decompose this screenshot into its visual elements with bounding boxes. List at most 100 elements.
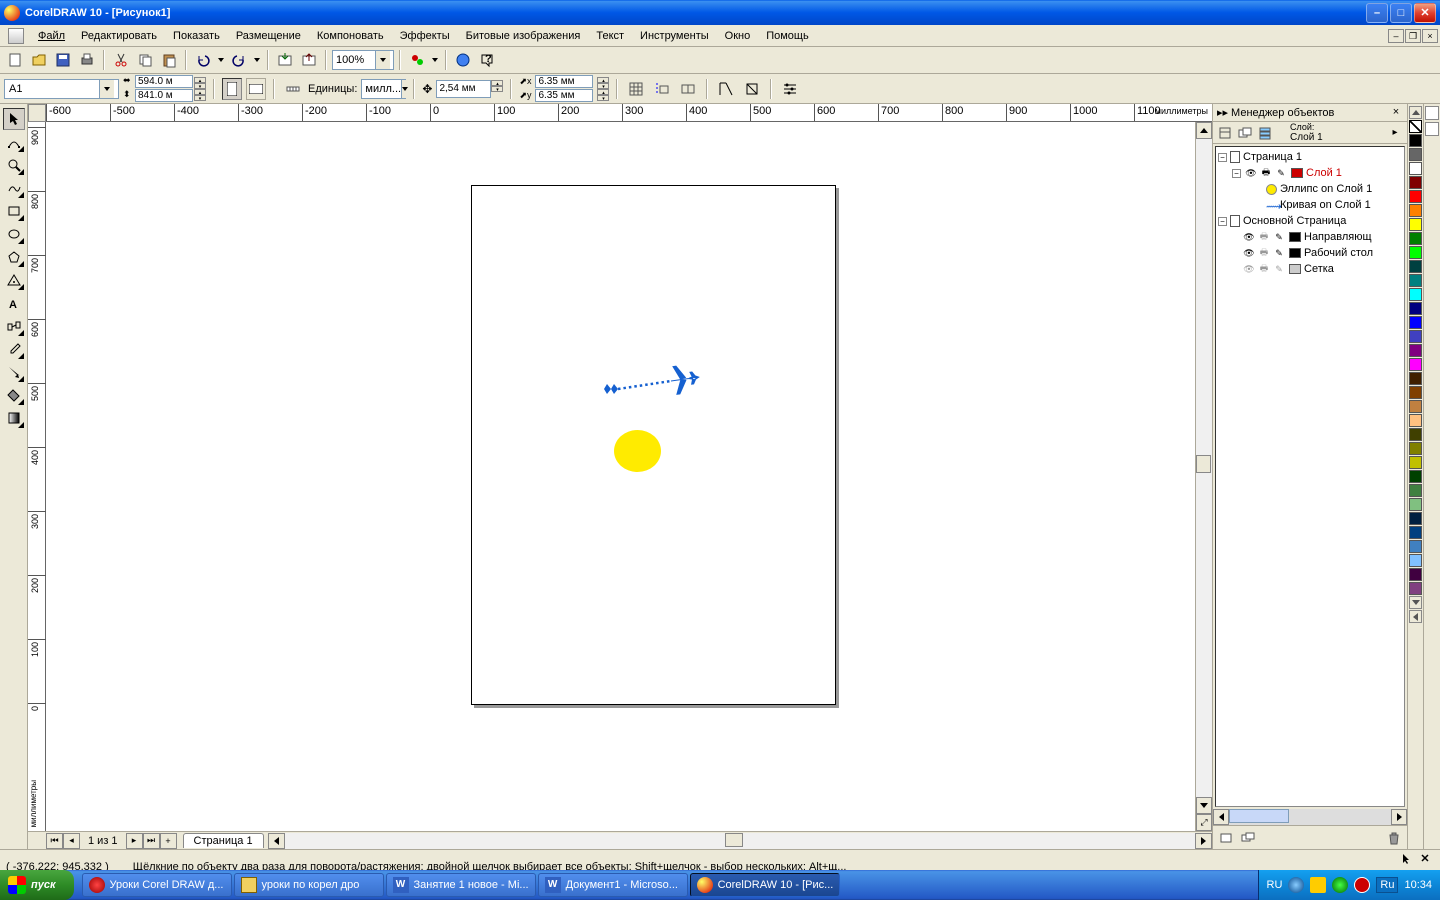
app-launcher-dropdown[interactable] bbox=[430, 49, 440, 71]
editable-icon[interactable]: ✎ bbox=[1272, 247, 1286, 259]
docker-flyout-button[interactable]: ▸ bbox=[1386, 124, 1404, 142]
menu-text[interactable]: Текст bbox=[588, 28, 632, 44]
tree-master-row[interactable]: − Основной Страница bbox=[1218, 213, 1402, 229]
landscape-button[interactable] bbox=[246, 78, 266, 100]
color-swatch[interactable] bbox=[1409, 484, 1422, 497]
color-swatch[interactable] bbox=[1409, 428, 1422, 441]
new-layer-button[interactable] bbox=[1217, 829, 1235, 847]
outline-tool[interactable] bbox=[3, 361, 25, 383]
printable-icon[interactable]: 🖶 bbox=[1259, 167, 1273, 179]
curve-object[interactable] bbox=[599, 359, 709, 404]
page-height-input[interactable]: 841.0 м bbox=[135, 89, 193, 102]
layer-manager-view-button[interactable] bbox=[1256, 124, 1274, 142]
menu-window[interactable]: Окно bbox=[717, 28, 759, 44]
redo-dropdown[interactable] bbox=[252, 49, 262, 71]
taskbar-item-corel[interactable]: CorelDRAW 10 - [Рис... bbox=[690, 873, 841, 897]
ruler-origin[interactable] bbox=[28, 104, 46, 122]
vscroll-thumb[interactable] bbox=[1196, 455, 1211, 473]
interactive-blend-tool[interactable] bbox=[3, 315, 25, 337]
tree-toggle[interactable]: − bbox=[1232, 169, 1241, 178]
tree-layer-row[interactable]: − 👁 🖶 ✎ Слой 1 bbox=[1218, 165, 1402, 181]
minimize-button[interactable]: – bbox=[1366, 3, 1388, 23]
portrait-button[interactable] bbox=[222, 78, 242, 100]
snap-to-objects-button[interactable] bbox=[677, 78, 699, 100]
scroll-right-button[interactable] bbox=[1195, 833, 1212, 849]
menu-help[interactable]: Помощь bbox=[758, 28, 817, 44]
color-swatch[interactable] bbox=[1409, 442, 1422, 455]
doc-restore-button[interactable]: ❐ bbox=[1405, 29, 1421, 43]
next-page-button[interactable]: ▸ bbox=[126, 833, 143, 849]
app-launcher-button[interactable] bbox=[406, 49, 428, 71]
visible-icon[interactable]: 👁 bbox=[1242, 231, 1256, 243]
menu-arrange[interactable]: Компоновать bbox=[309, 28, 392, 44]
basic-shapes-tool[interactable] bbox=[3, 269, 25, 291]
layer-color-swatch[interactable] bbox=[1291, 168, 1303, 178]
copy-button[interactable] bbox=[134, 49, 156, 71]
tray-icon-4[interactable] bbox=[1354, 877, 1370, 893]
redo-button[interactable] bbox=[228, 49, 250, 71]
ellipse-object[interactable] bbox=[614, 430, 661, 472]
color-swatch[interactable] bbox=[1409, 400, 1422, 413]
docker-tab-2[interactable] bbox=[1425, 122, 1439, 136]
new-button[interactable] bbox=[4, 49, 26, 71]
color-swatch[interactable] bbox=[1409, 470, 1422, 483]
menu-bitmaps[interactable]: Битовые изображения bbox=[458, 28, 589, 44]
color-swatch[interactable] bbox=[1409, 568, 1422, 581]
color-swatch[interactable] bbox=[1409, 554, 1422, 567]
docker-scroll-right[interactable] bbox=[1391, 809, 1407, 825]
undo-button[interactable] bbox=[192, 49, 214, 71]
scroll-down-button[interactable] bbox=[1196, 797, 1212, 814]
layer-color-swatch[interactable] bbox=[1289, 264, 1301, 274]
interactive-fill-tool[interactable] bbox=[3, 407, 25, 429]
page-height-down[interactable]: ▾ bbox=[194, 95, 206, 101]
menu-layout[interactable]: Размещение bbox=[228, 28, 309, 44]
tray-icon-1[interactable] bbox=[1288, 877, 1304, 893]
units-dropdown-icon[interactable] bbox=[401, 80, 408, 98]
print-button[interactable] bbox=[76, 49, 98, 71]
tray-icon-3[interactable] bbox=[1332, 877, 1348, 893]
doc-close-button[interactable]: × bbox=[1422, 29, 1438, 43]
object-tree[interactable]: − Страница 1 − 👁 🖶 ✎ Слой 1 Эллипс on Сл… bbox=[1215, 146, 1405, 807]
edit-across-layers-button[interactable] bbox=[1236, 124, 1254, 142]
new-master-layer-button[interactable] bbox=[1239, 829, 1257, 847]
printable-icon[interactable]: 🖶 bbox=[1257, 231, 1271, 243]
duplicate-y-input[interactable]: 6.35 мм bbox=[535, 89, 593, 102]
polygon-tool[interactable] bbox=[3, 246, 25, 268]
editable-icon[interactable]: ✎ bbox=[1272, 231, 1286, 243]
units-combo[interactable]: милл... bbox=[361, 79, 406, 99]
tray-icon-2[interactable] bbox=[1310, 877, 1326, 893]
no-color-swatch[interactable] bbox=[1409, 120, 1422, 133]
import-button[interactable] bbox=[274, 49, 296, 71]
color-swatch[interactable] bbox=[1409, 246, 1422, 259]
ellipse-tool[interactable] bbox=[3, 223, 25, 245]
color-swatch[interactable] bbox=[1409, 330, 1422, 343]
rectangle-tool[interactable] bbox=[3, 200, 25, 222]
cut-button[interactable] bbox=[110, 49, 132, 71]
menu-file[interactable]: Файл bbox=[30, 28, 73, 44]
color-swatch[interactable] bbox=[1409, 414, 1422, 427]
docker-titlebar[interactable]: ▸▸ Менеджер объектов × bbox=[1213, 104, 1407, 122]
doc-minimize-button[interactable]: – bbox=[1388, 29, 1404, 43]
color-swatch[interactable] bbox=[1409, 274, 1422, 287]
close-button[interactable]: ✕ bbox=[1414, 3, 1436, 23]
fill-tool[interactable] bbox=[3, 384, 25, 406]
corel-online-button[interactable] bbox=[452, 49, 474, 71]
color-swatch[interactable] bbox=[1409, 582, 1422, 595]
options-button[interactable] bbox=[779, 78, 801, 100]
freehand-tool[interactable] bbox=[3, 177, 25, 199]
prev-page-button[interactable]: ◂ bbox=[63, 833, 80, 849]
palette-up-button[interactable] bbox=[1409, 106, 1422, 119]
tree-guides-row[interactable]: 👁 🖶 ✎ Направляющ bbox=[1218, 229, 1402, 245]
tree-toggle[interactable]: − bbox=[1218, 217, 1227, 226]
undo-dropdown[interactable] bbox=[216, 49, 226, 71]
pick-tool[interactable] bbox=[3, 108, 25, 130]
menu-effects[interactable]: Эффекты bbox=[392, 28, 458, 44]
page-width-input[interactable]: 594.0 м bbox=[135, 75, 193, 88]
visible-icon[interactable]: 👁 bbox=[1242, 263, 1256, 275]
horizontal-scrollbar[interactable] bbox=[268, 833, 1212, 849]
last-page-button[interactable]: ⏭ bbox=[143, 833, 160, 849]
taskbar-item-word2[interactable]: WДокумент1 - Microso... bbox=[538, 873, 688, 897]
color-swatch[interactable] bbox=[1409, 134, 1422, 147]
layer-color-swatch[interactable] bbox=[1289, 232, 1301, 242]
snap-to-grid-button[interactable] bbox=[625, 78, 647, 100]
